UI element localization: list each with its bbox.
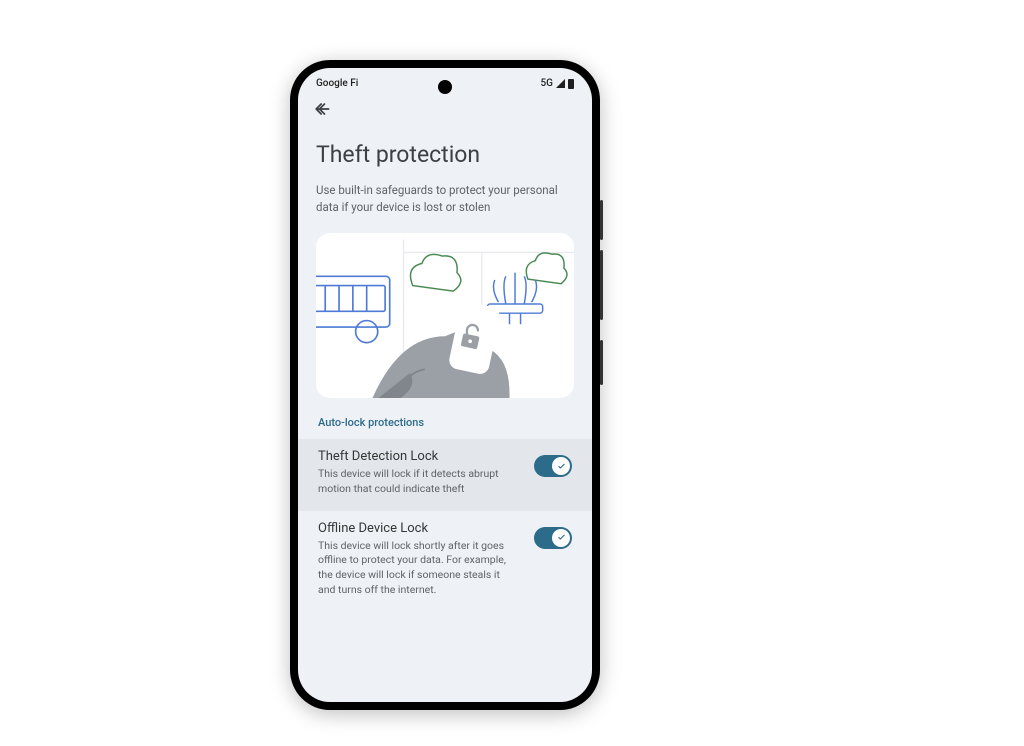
setting-desc: This device will lock if it detects abru… [318, 467, 513, 496]
toggle-knob [552, 457, 570, 475]
setting-desc: This device will lock shortly after it g… [318, 539, 513, 598]
front-camera [438, 80, 452, 94]
check-icon [557, 533, 566, 542]
carrier-label: Google Fi [316, 78, 358, 89]
network-label: 5G [541, 78, 554, 89]
page-subtitle: Use built-in safeguards to protect your … [316, 182, 566, 215]
arrow-left-icon [312, 99, 332, 119]
signal-icon [556, 79, 565, 88]
setting-title: Offline Device Lock [318, 521, 524, 536]
toggle-switch[interactable] [534, 455, 572, 477]
setting-title: Theft Detection Lock [318, 449, 524, 464]
setting-text: Offline Device Lock This device will loc… [318, 521, 524, 598]
setting-text: Theft Detection Lock This device will lo… [318, 449, 524, 496]
setting-offline-device-lock[interactable]: Offline Device Lock This device will loc… [316, 511, 574, 612]
section-label: Auto-lock protections [316, 410, 574, 439]
page-title: Theft protection [316, 141, 574, 168]
setting-theft-detection-lock[interactable]: Theft Detection Lock This device will lo… [298, 439, 592, 510]
main-content: Theft protection Use built-in safeguards… [298, 119, 592, 702]
phone-frame: Google Fi 5G Theft protection Use built-… [290, 60, 600, 710]
side-button [600, 200, 603, 240]
side-button [600, 340, 603, 385]
battery-icon [568, 79, 574, 89]
check-icon [557, 462, 566, 471]
app-nav-bar [298, 93, 592, 119]
side-button [600, 250, 603, 320]
toggle-knob [552, 529, 570, 547]
theft-illustration [316, 233, 574, 398]
toggle-switch[interactable] [534, 527, 572, 549]
back-button[interactable] [312, 99, 332, 119]
phone-screen: Google Fi 5G Theft protection Use built-… [298, 68, 592, 702]
status-right: 5G [541, 78, 575, 89]
